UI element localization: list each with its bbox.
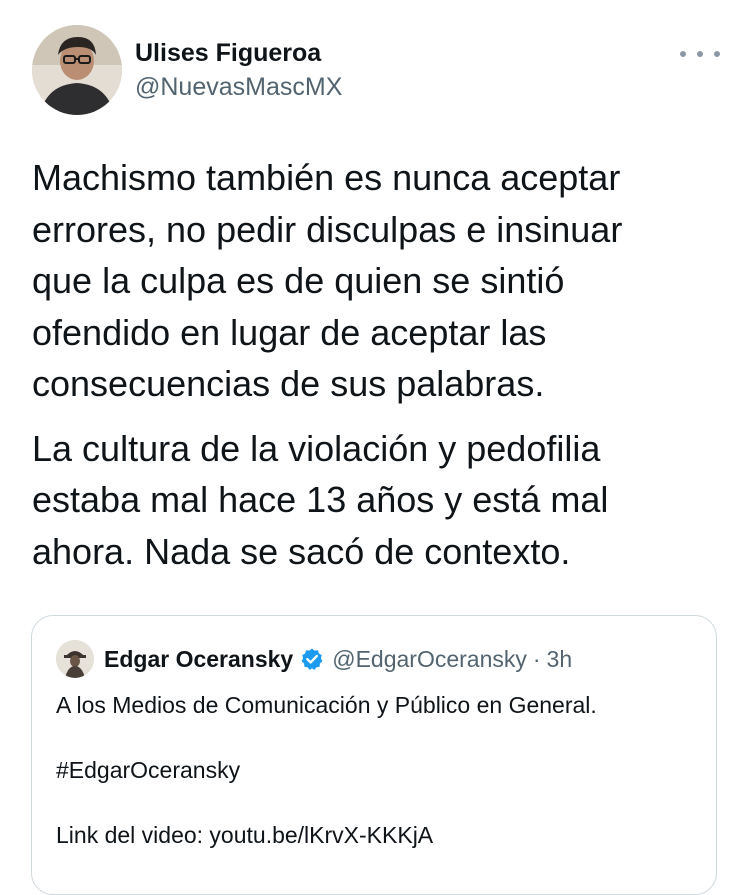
quoted-video-link[interactable]: Link del video: youtu.be/lKrvX-KKKjA (56, 820, 597, 850)
tweet: Ulises Figueroa @NuevasMascMX Machismo t… (0, 0, 750, 895)
tweet-text-line: estaba mal hace 13 años y está mal (32, 479, 609, 520)
author-name[interactable]: Ulises Figueroa (135, 38, 321, 68)
verified-badge-icon (300, 647, 324, 671)
author-handle[interactable]: @NuevasMascMX (135, 72, 342, 102)
more-horizontal-icon (697, 51, 703, 57)
quoted-tweet-text: A los Medios de Comunicación y Público e… (56, 690, 597, 850)
tweet-text-line: que la culpa es de quien se sintió (32, 260, 565, 301)
more-horizontal-icon (680, 51, 686, 57)
quoted-hashtag-link[interactable]: #EdgarOceransky (56, 755, 597, 785)
tweet-text-line: ahora. Nada se sacó de contexto. (32, 530, 571, 572)
separator-dot: · (532, 646, 541, 672)
tweet-text-line: Machismo también es nunca aceptar (32, 157, 621, 198)
person-avatar-icon (56, 640, 94, 678)
person-avatar-icon (32, 25, 122, 115)
quoted-author-handle[interactable]: @EdgarOceransky (332, 644, 527, 674)
quoted-tweet-card[interactable]: Edgar Oceransky @EdgarOceransky · 3h A l… (31, 615, 717, 895)
tweet-text-line: errores, no pedir disculpas e insinuar (32, 208, 623, 250)
quoted-author-name[interactable]: Edgar Oceransky (104, 644, 293, 674)
more-options-button[interactable] (680, 40, 720, 68)
author-avatar[interactable] (32, 25, 122, 115)
tweet-text-line: consecuencias de sus palabras. (32, 363, 545, 404)
tweet-text-line: La cultura de la violación y pedofilia (32, 427, 601, 469)
more-horizontal-icon (714, 51, 720, 57)
tweet-text: Machismo también es nunca aceptar errore… (32, 152, 722, 577)
quoted-tweet-time[interactable]: 3h (547, 644, 573, 674)
quoted-author-avatar[interactable] (56, 640, 94, 678)
tweet-text-line: ofendido en lugar de aceptar las (32, 311, 547, 353)
quoted-text-line: A los Medios de Comunicación y Público e… (56, 692, 597, 718)
quoted-tweet-header: Edgar Oceransky @EdgarOceransky · 3h (104, 644, 572, 674)
